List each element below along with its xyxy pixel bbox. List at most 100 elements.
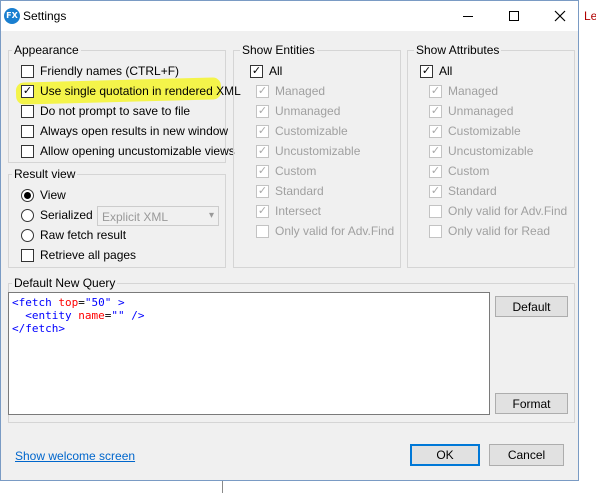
entities-advfind-checkbox (256, 224, 269, 238)
no-prompt-save-option[interactable]: Do not prompt to save to file (21, 103, 190, 119)
background-divider (222, 480, 223, 493)
attributes-standard-option: ✓ Standard (429, 183, 497, 199)
app-logo-icon: FX (4, 8, 20, 24)
attributes-custom-checkbox: ✓ (429, 164, 442, 178)
raw-fetch-radio[interactable] (21, 228, 34, 242)
uncustomizable-views-label: Allow opening uncustomizable views (40, 144, 235, 158)
entities-uncustomizable-option: ✓ Uncustomizable (256, 143, 360, 159)
entities-intersect-option: ✓ Intersect (256, 203, 321, 219)
serialization-format-select[interactable]: Explicit XML ▾ (97, 206, 219, 226)
attributes-standard-label: Standard (448, 184, 497, 198)
friendly-names-option[interactable]: Friendly names (CTRL+F) (21, 63, 179, 79)
query-line-1: <fetch top="50" > (12, 296, 125, 309)
entities-intersect-label: Intersect (275, 204, 322, 218)
attributes-all-option[interactable]: ✓ All (420, 63, 452, 79)
attributes-unmanaged-label: Unmanaged (448, 104, 514, 118)
format-button[interactable]: Format (495, 393, 568, 414)
default-query-title: Default New Query (12, 276, 118, 290)
entities-unmanaged-option: ✓ Unmanaged (256, 103, 340, 119)
serialization-format-value: Explicit XML (102, 210, 169, 224)
attributes-customizable-option: ✓ Customizable (429, 123, 521, 139)
ok-button[interactable]: OK (410, 444, 480, 466)
radio-selected-dot (24, 191, 31, 199)
maximize-button[interactable] (492, 1, 536, 31)
single-quotation-label: Use single quotation in rendered XML (40, 84, 241, 98)
attributes-all-checkbox[interactable]: ✓ (420, 64, 433, 78)
retrieve-all-label: Retrieve all pages (40, 248, 137, 262)
attributes-advfind-option: Only valid for Adv.Find (429, 203, 567, 219)
attributes-uncustomizable-option: ✓ Uncustomizable (429, 143, 533, 159)
entities-managed-label: Managed (275, 84, 326, 98)
attributes-unmanaged-checkbox: ✓ (429, 104, 442, 118)
default-button[interactable]: Default (495, 296, 568, 317)
cancel-button[interactable]: Cancel (489, 444, 564, 466)
entities-intersect-checkbox: ✓ (256, 204, 269, 218)
new-window-label: Always open results in new window (40, 124, 229, 138)
attributes-read-option: Only valid for Read (429, 223, 550, 239)
query-line-3: </fetch> (12, 322, 65, 335)
view-radio[interactable] (21, 188, 34, 202)
entities-unmanaged-checkbox: ✓ (256, 104, 269, 118)
show-welcome-screen-link[interactable]: Show welcome screen (15, 449, 135, 463)
entities-customizable-label: Customizable (275, 124, 348, 138)
close-icon (554, 10, 566, 22)
minimize-icon (463, 15, 473, 17)
attributes-custom-option: ✓ Custom (429, 163, 489, 179)
single-quotation-checkbox[interactable]: ✓ (21, 84, 34, 98)
entities-custom-label: Custom (275, 164, 317, 178)
new-window-checkbox[interactable] (21, 124, 34, 138)
new-window-option[interactable]: Always open results in new window (21, 123, 228, 139)
entities-all-checkbox[interactable]: ✓ (250, 64, 263, 78)
attributes-all-label: All (439, 64, 453, 78)
background-window-text: Le (584, 9, 596, 23)
entities-customizable-checkbox: ✓ (256, 124, 269, 138)
serialized-radio[interactable] (21, 208, 34, 222)
raw-fetch-option[interactable]: Raw fetch result (21, 227, 126, 243)
attributes-advfind-label: Only valid for Adv.Find (448, 204, 568, 218)
query-line-2: <entity name="" /> (25, 309, 145, 322)
view-label: View (40, 188, 66, 202)
background-window-bottom (0, 480, 596, 493)
window-title: Settings (23, 9, 67, 23)
uncustomizable-views-option[interactable]: Allow opening uncustomizable views (21, 143, 235, 159)
minimize-button[interactable] (446, 1, 490, 31)
attributes-read-checkbox (429, 224, 442, 238)
attributes-standard-checkbox: ✓ (429, 184, 442, 198)
entities-unmanaged-label: Unmanaged (275, 104, 341, 118)
appearance-title: Appearance (12, 43, 81, 57)
serialized-label: Serialized (40, 208, 93, 222)
entities-custom-option: ✓ Custom (256, 163, 316, 179)
serialized-option[interactable]: Serialized (21, 207, 93, 223)
attributes-uncustomizable-label: Uncustomizable (448, 144, 534, 158)
entities-advfind-label: Only valid for Adv.Find (275, 224, 395, 238)
entities-custom-checkbox: ✓ (256, 164, 269, 178)
maximize-icon (509, 11, 519, 21)
friendly-names-checkbox[interactable] (21, 64, 34, 78)
retrieve-all-checkbox[interactable] (21, 248, 34, 262)
attributes-custom-label: Custom (448, 164, 490, 178)
single-quotation-option[interactable]: ✓ Use single quotation in rendered XML (21, 83, 241, 99)
entities-standard-option: ✓ Standard (256, 183, 324, 199)
result-view-title: Result view (12, 167, 78, 181)
attributes-unmanaged-option: ✓ Unmanaged (429, 103, 513, 119)
attributes-managed-label: Managed (448, 84, 499, 98)
close-button[interactable] (538, 1, 582, 31)
show-attributes-title: Show Attributes (414, 43, 502, 57)
background-window (578, 0, 596, 493)
attributes-advfind-checkbox (429, 204, 442, 218)
attributes-managed-checkbox: ✓ (429, 84, 442, 98)
retrieve-all-option[interactable]: Retrieve all pages (21, 247, 136, 263)
query-editor[interactable]: <fetch top="50" > <entity name="" /> </f… (8, 292, 490, 415)
view-option[interactable]: View (21, 187, 66, 203)
entities-all-option[interactable]: ✓ All (250, 63, 282, 79)
attributes-customizable-label: Customizable (448, 124, 521, 138)
settings-dialog: FX Settings Appearance Friendly names (C… (0, 0, 579, 481)
entities-all-label: All (269, 64, 283, 78)
raw-fetch-label: Raw fetch result (40, 228, 127, 242)
title-bar[interactable]: FX Settings (1, 1, 578, 31)
entities-advfind-option: Only valid for Adv.Find (256, 223, 394, 239)
no-prompt-save-checkbox[interactable] (21, 104, 34, 118)
uncustomizable-views-checkbox[interactable] (21, 144, 34, 158)
friendly-names-label: Friendly names (CTRL+F) (40, 64, 180, 78)
entities-customizable-option: ✓ Customizable (256, 123, 348, 139)
